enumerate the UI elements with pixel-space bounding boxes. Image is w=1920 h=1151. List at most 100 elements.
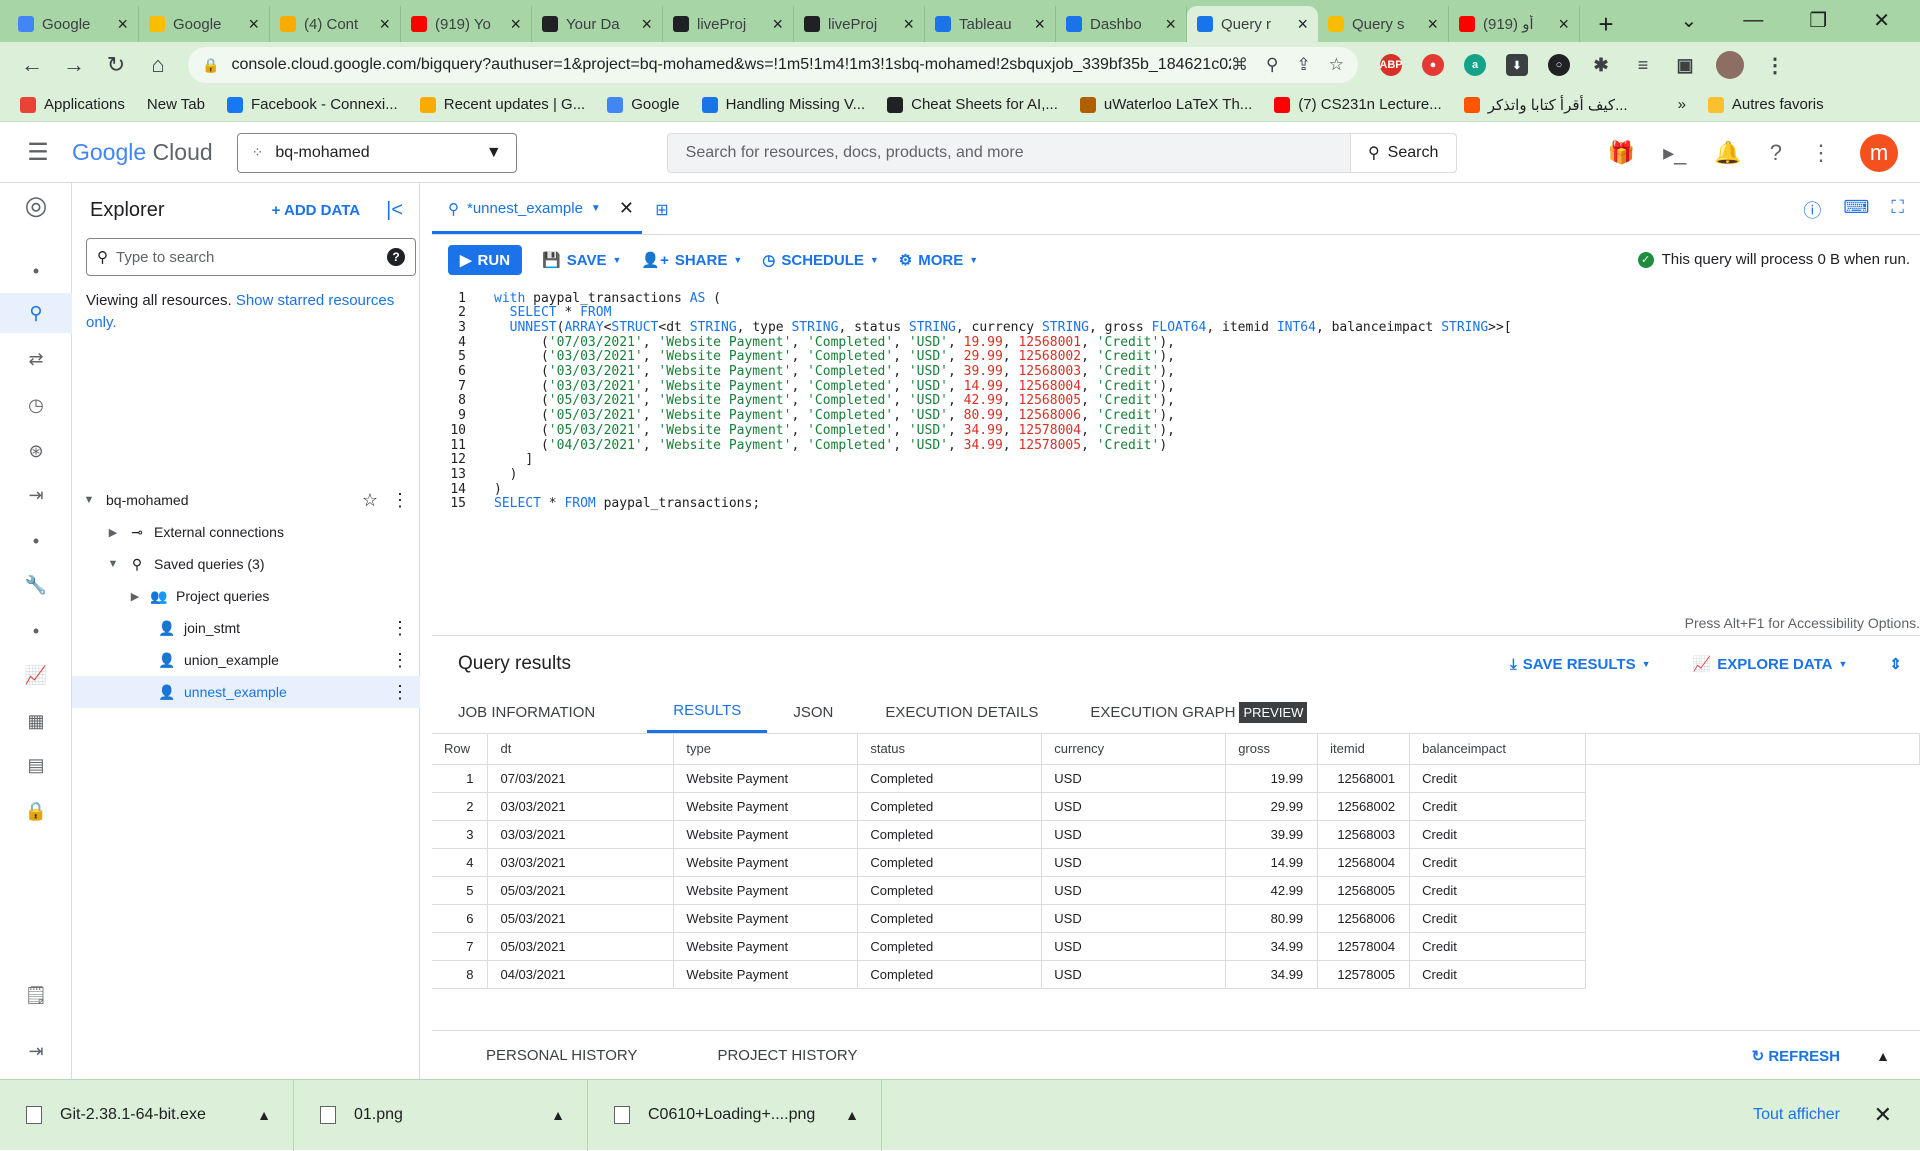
more-vert-icon[interactable]: ⋮ [390,682,410,703]
browser-tab[interactable]: (919) أو × [1449,6,1580,42]
lock-icon[interactable]: 🔒 [202,57,219,74]
collapse-panel-icon[interactable]: |< [386,199,403,222]
scheduled-queries-icon[interactable]: ◷ [0,385,72,425]
results-tab[interactable]: JOB INFORMATION [458,691,621,733]
browser-tab[interactable]: Your Da × [532,6,663,42]
wrench-icon[interactable]: 🔧 [0,565,72,605]
restore-icon[interactable]: ❐ [1809,8,1827,33]
caret-down-icon[interactable]: ▼ [106,558,120,570]
share-button[interactable]: 👤+ SHARE ▼ [641,251,742,270]
bookmark-item[interactable]: Cheat Sheets for AI,... [887,96,1058,113]
dataflow-icon[interactable]: ⇥ [0,475,72,515]
caret-down-icon[interactable]: ▼ [82,494,96,506]
browser-tab[interactable]: Dashbo × [1056,6,1187,42]
share-icon[interactable]: ⇪ [1297,55,1311,75]
download-extension-icon[interactable]: ⬇ [1506,54,1528,76]
explore-data-button[interactable]: 📈 EXPLORE DATA ▼ [1693,655,1848,674]
chevron-up-icon[interactable]: ▲ [1876,1048,1890,1064]
results-tab[interactable]: RESULTS [647,691,768,733]
bookmark-star-icon[interactable]: ☆ [1329,55,1344,75]
search-button[interactable]: ⚲ Search [1349,133,1456,172]
save-button[interactable]: 💾 SAVE ▼ [542,251,621,270]
other-bookmarks-folder[interactable]: Autres favoris [1707,96,1824,113]
reload-icon[interactable]: ↻ [98,47,134,83]
bookmark-item[interactable]: Handling Missing V... [701,96,865,113]
dashboard-icon[interactable]: ▦ [0,701,72,741]
results-tab[interactable]: EXECUTION GRAPH PREVIEW [1090,691,1333,733]
more-button[interactable]: ⚙ MORE ▼ [899,251,978,270]
bookmark-item[interactable]: Google [607,96,680,113]
column-header[interactable]: currency [1041,734,1227,765]
new-tab-icon[interactable]: + [1588,6,1624,42]
refresh-button[interactable]: ↻ REFRESH [1752,1047,1840,1065]
chevron-up-icon[interactable]: ▲ [551,1107,565,1123]
close-icon[interactable]: ✕ [619,198,634,219]
grammar-extension-icon[interactable]: a [1464,54,1486,76]
search-input[interactable]: Search for resources, docs, products, an… [668,144,1350,162]
lock-icon[interactable]: 🔒 [0,791,72,831]
download-item[interactable]: C0610+Loading+....png ▲ [588,1079,882,1151]
more-vert-icon[interactable]: ⋮ [1810,140,1832,166]
results-tab[interactable]: JSON [793,691,859,733]
browser-tab[interactable]: Tableau × [925,6,1056,42]
extensions-puzzle-icon[interactable]: ✱ [1590,54,1612,76]
zoom-icon[interactable]: ⚲ [1266,55,1278,75]
help-icon[interactable]: ? [1770,140,1782,166]
window-close-icon[interactable]: ✕ [1873,8,1890,33]
tree-query-join-stmt[interactable]: 👤 join_stmt ⋮ [72,612,420,644]
column-header[interactable]: itemid [1317,734,1411,765]
record-extension-icon[interactable]: ○ [1548,54,1570,76]
results-tab[interactable]: EXECUTION DETAILS [885,691,1064,733]
close-icon[interactable]: × [379,14,390,35]
notifications-icon[interactable]: 🔔 [1714,140,1741,166]
browser-tab[interactable]: (4) Cont × [270,6,401,42]
run-button[interactable]: ▶ RUN [448,245,523,275]
cloud-shell-icon[interactable]: ▸_ [1663,140,1686,166]
media-control-icon[interactable]: ≡ [1632,54,1654,76]
sql-workspace-search-icon[interactable]: ⚲ [0,293,72,333]
browser-tab[interactable]: Google × [8,6,139,42]
expand-collapse-icon[interactable]: ⇕ [1889,655,1902,673]
help-icon[interactable]: ? [387,248,405,266]
column-header[interactable]: dt [487,734,675,765]
close-icon[interactable]: × [510,14,521,35]
column-header[interactable]: status [857,734,1043,765]
add-data-button[interactable]: + ADD DATA [272,202,361,219]
bookmark-item[interactable]: New Tab [147,96,205,113]
download-item[interactable]: 01.png ▲ [294,1079,588,1151]
table-icon[interactable]: ▤ [0,745,72,785]
tree-project[interactable]: ▼ bq-mohamed ☆ ⋮ [72,484,420,516]
close-icon[interactable]: × [1034,14,1045,35]
tree-query-unnest-example[interactable]: 👤 unnest_example ⋮ [72,676,420,708]
browser-tab[interactable]: Query r × [1187,6,1318,42]
forward-icon[interactable]: → [56,47,92,83]
chevron-up-icon[interactable]: ▲ [845,1107,859,1123]
ublock-icon[interactable]: ● [1422,54,1444,76]
close-icon[interactable]: × [641,14,652,35]
expand-rail-icon[interactable]: ⇥ [0,1031,72,1071]
star-icon[interactable]: ☆ [362,490,378,511]
close-icon[interactable]: × [117,14,128,35]
fullscreen-icon[interactable]: ⛶ [1891,197,1904,223]
column-header[interactable]: type [673,734,859,765]
browser-tab[interactable]: (919) Yo × [401,6,532,42]
release-notes-icon[interactable]: 🗒 [0,975,72,1015]
bookmark-item[interactable]: Recent updates | G... [419,96,585,113]
more-vert-icon[interactable]: ⋮ [390,618,410,639]
more-vert-icon[interactable]: ⋮ [390,490,410,511]
data-transfers-icon[interactable]: ⇄ [0,339,72,379]
bookmark-item[interactable]: uWaterloo LaTeX Th... [1079,96,1252,113]
url-text[interactable]: console.cloud.google.com/bigquery?authus… [231,56,1231,74]
tree-external-connections[interactable]: ▶ ⊸ External connections [72,516,420,548]
tree-query-union-example[interactable]: 👤 union_example ⋮ [72,644,420,676]
explorer-search[interactable]: ⚲ Type to search ? [86,238,416,276]
more-vert-icon[interactable]: ⋮ [390,650,410,671]
close-icon[interactable]: ✕ [1874,1102,1892,1128]
profile-avatar-icon[interactable] [1716,51,1744,79]
back-icon[interactable]: ← [14,47,50,83]
caret-down-icon[interactable]: ▼ [591,203,601,214]
info-icon[interactable]: ⓘ [1803,197,1821,223]
close-icon[interactable]: × [1427,14,1438,35]
new-query-icon[interactable]: ⊞ [642,186,682,234]
schedule-button[interactable]: ◷ SCHEDULE ▼ [762,251,879,270]
